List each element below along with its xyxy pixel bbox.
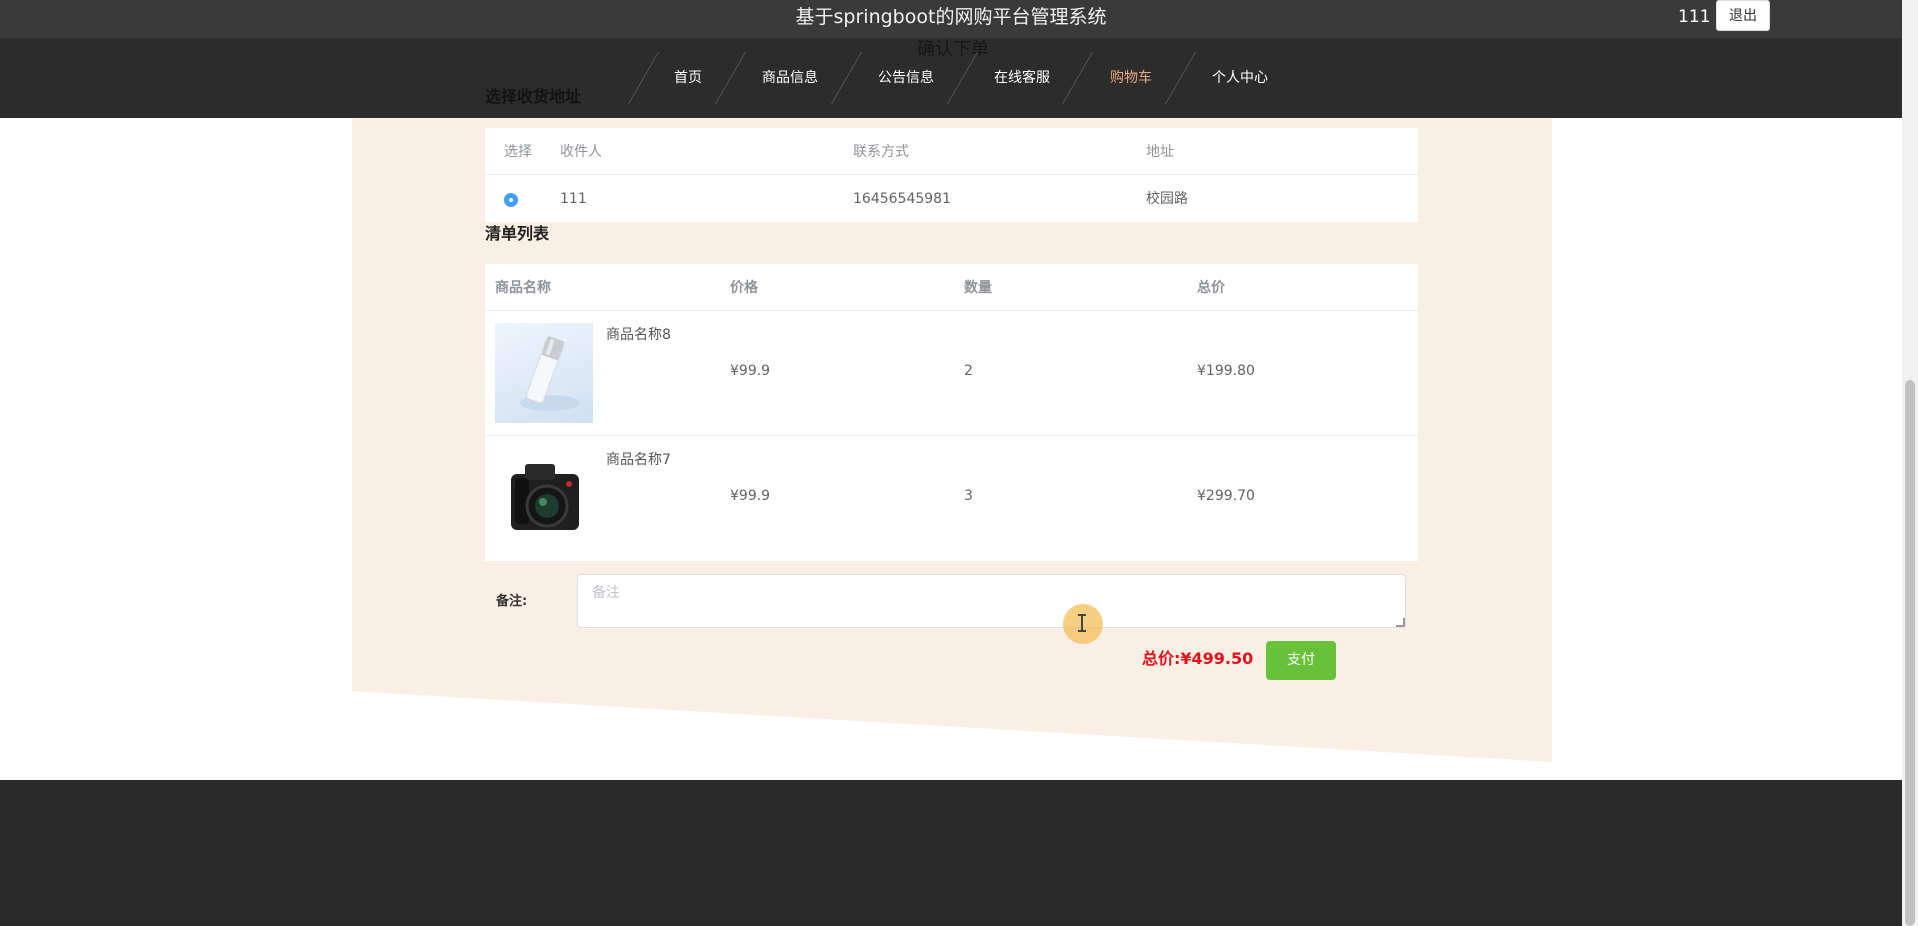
order-item-price: ¥99.9 [730, 488, 771, 504]
address-row[interactable]: 111 16456545981 校园路 [485, 175, 1418, 222]
vertical-scrollbar[interactable] [1902, 0, 1918, 926]
bottle-product-image [495, 323, 593, 423]
order-item-quantity: 2 [964, 363, 973, 379]
nav-divider [627, 52, 660, 104]
address-table: 选择 收件人 联系方式 地址 111 16456545981 校园路 [485, 128, 1418, 222]
nav-item-profile[interactable]: 个人中心 [1212, 68, 1268, 88]
column-header-address: 地址 [1146, 144, 1174, 160]
address-recipient: 111 [560, 191, 587, 207]
scrollbar-thumb[interactable] [1905, 380, 1915, 926]
nav-item-announcements[interactable]: 公告信息 [878, 68, 934, 88]
order-table-header: 商品名称 价格 数量 总价 [485, 264, 1418, 311]
address-radio-selected[interactable] [504, 193, 518, 207]
column-header-price: 价格 [730, 280, 758, 296]
address-section-title: 选择收货地址 [485, 87, 582, 106]
address-text: 校园路 [1146, 191, 1188, 207]
username-label: 111 [1678, 7, 1711, 27]
textarea-resize-handle[interactable] [1396, 618, 1405, 627]
text-cursor-icon [1078, 614, 1086, 632]
logout-button[interactable]: 退出 [1716, 0, 1770, 31]
nav-item-cart[interactable]: 购物车 [1110, 68, 1152, 88]
nav-item-home[interactable]: 首页 [674, 68, 702, 88]
page-heading: 确认下单 [917, 39, 989, 60]
column-header-product-name: 商品名称 [495, 280, 551, 296]
column-header-recipient: 收件人 [560, 144, 602, 160]
site-title: 基于springboot的网购平台管理系统 [795, 6, 1107, 28]
column-header-select: 选择 [504, 144, 532, 160]
nav-divider [830, 52, 863, 104]
order-item-name: 商品名称8 [606, 327, 671, 343]
cursor-highlight [1063, 604, 1103, 644]
order-item-total: ¥299.70 [1197, 488, 1255, 504]
nav-divider [714, 52, 747, 104]
nav-divider [1164, 52, 1197, 104]
column-header-phone: 联系方式 [853, 144, 909, 160]
order-item-total: ¥199.80 [1197, 363, 1255, 379]
camera-product-image [495, 448, 593, 548]
order-item-quantity: 3 [964, 488, 973, 504]
order-item-row: 商品名称8 ¥99.9 2 ¥199.80 [485, 311, 1418, 436]
order-item-name: 商品名称7 [606, 452, 671, 468]
address-table-header: 选择 收件人 联系方式 地址 [485, 128, 1418, 175]
title-bar: 基于springboot的网购平台管理系统 111 退出 [0, 0, 1902, 38]
column-header-quantity: 数量 [964, 280, 992, 296]
order-item-price: ¥99.9 [730, 363, 771, 379]
nav-item-products[interactable]: 商品信息 [762, 68, 818, 88]
order-items-table: 商品名称 价格 数量 总价 商品名称8 ¥99.9 2 ¥199.80 商品名称… [485, 264, 1418, 561]
remark-label: 备注: [496, 594, 528, 609]
address-phone: 16456545981 [853, 191, 951, 207]
page-footer [0, 780, 1902, 926]
order-item-row: 商品名称7 ¥99.9 3 ¥299.70 [485, 436, 1418, 561]
order-total: 总价:¥499.50 [1142, 649, 1254, 668]
column-header-total: 总价 [1197, 280, 1225, 296]
nav-item-customer-service[interactable]: 在线客服 [994, 68, 1050, 88]
order-list-title: 清单列表 [485, 224, 550, 243]
pay-button[interactable]: 支付 [1266, 641, 1336, 680]
remark-input[interactable] [577, 574, 1406, 628]
nav-divider [1061, 52, 1094, 104]
main-nav: 确认下单 首页 商品信息 公告信息 在线客服 购物车 个人中心 [0, 38, 1902, 118]
